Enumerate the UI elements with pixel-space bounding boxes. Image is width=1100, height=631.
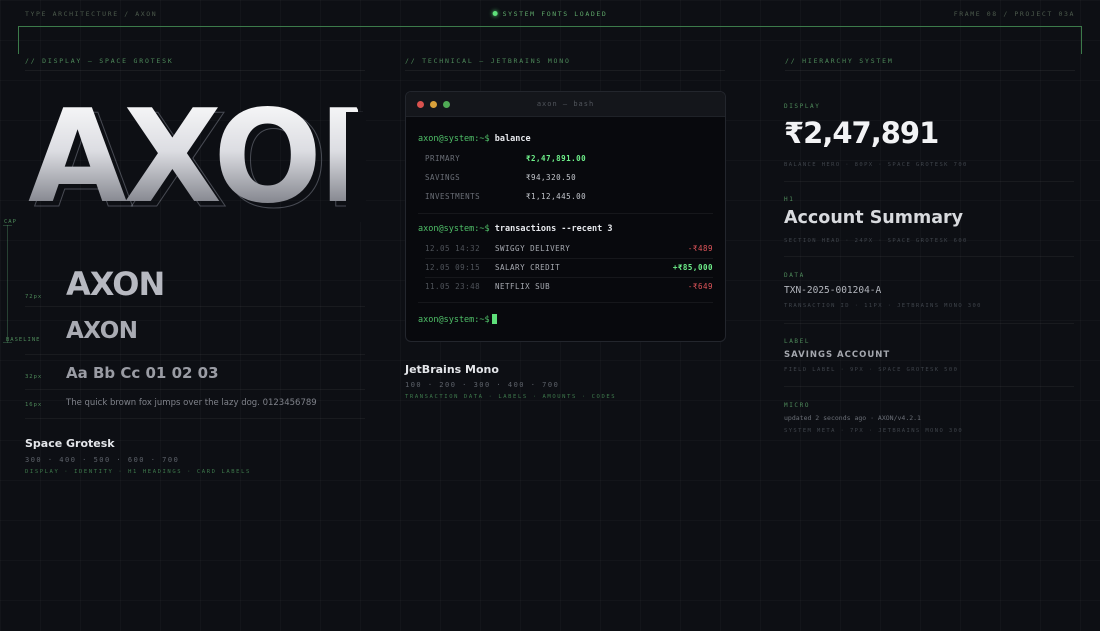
terminal-divider bbox=[418, 302, 713, 303]
txn-amount: +₹85,000 bbox=[672, 263, 713, 272]
hero-wordmark: AXON bbox=[28, 88, 358, 228]
status-dot-icon bbox=[492, 11, 498, 16]
hierarchy-section-label: // HIERARCHY SYSTEM bbox=[785, 57, 894, 65]
sample-size-32: 32px bbox=[25, 374, 43, 380]
sample-size-16: 16px bbox=[25, 402, 43, 408]
level-meta-micro: SYSTEM META · 7PX · JETBRAINS MONO 300 bbox=[784, 428, 964, 434]
level-label-data: DATA bbox=[784, 272, 805, 279]
prompt-text: axon@system:~$ bbox=[418, 224, 490, 234]
technical-family-weights: 100 · 200 · 300 · 400 · 700 bbox=[405, 381, 560, 389]
hierarchy-section-divider bbox=[785, 70, 1075, 71]
sample-size-72: 72px bbox=[25, 294, 43, 300]
ruler-tick-cap bbox=[3, 225, 12, 226]
level-divider bbox=[784, 386, 1074, 387]
balance-label: INVESTMENTS bbox=[425, 192, 481, 201]
top-bar-left: TYPE ARCHITECTURE / AXON bbox=[25, 10, 158, 18]
sample-divider bbox=[25, 354, 365, 355]
prompt-text: axon@system:~$ bbox=[418, 315, 490, 325]
level-meta-data: TRANSACTION ID · 11PX · JETBRAINS MONO 3… bbox=[784, 303, 982, 309]
status-indicator: SYSTEM FONTS LOADED bbox=[492, 10, 608, 18]
terminal-input-line[interactable]: axon@system:~$ bbox=[418, 314, 497, 325]
balance-value: ₹94,320.50 bbox=[526, 173, 577, 182]
txn-time: 12.05 14:32 bbox=[425, 244, 481, 253]
level-label-h1: H1 bbox=[784, 196, 795, 203]
display-section-divider bbox=[25, 70, 365, 71]
display-family-weights: 300 · 400 · 500 · 600 · 700 bbox=[25, 456, 180, 464]
terminal-title: axon — bash bbox=[536, 100, 595, 108]
sample-divider bbox=[25, 389, 365, 390]
level-sample-h1: Account Summary bbox=[784, 208, 964, 228]
level-sample-display: ₹2,47,891 bbox=[784, 116, 939, 150]
sample-72px: AXON bbox=[66, 265, 165, 303]
txn-desc: SWIGGY DELIVERY bbox=[495, 244, 571, 253]
terminal-title-bar[interactable]: axon — bash bbox=[406, 92, 725, 117]
level-meta-display: BALANCE HERO · 80PX · SPACE GROTESK 700 bbox=[784, 162, 968, 168]
balance-value: ₹2,47,891.00 bbox=[526, 154, 587, 163]
baseline-label: BASELINE bbox=[6, 337, 41, 343]
command-text: balance bbox=[494, 134, 531, 144]
frame-top-line bbox=[18, 26, 1082, 27]
technical-family-name: JetBrains Mono bbox=[405, 363, 499, 376]
status-text: SYSTEM FONTS LOADED bbox=[502, 10, 608, 18]
level-meta-label: FIELD LABEL · 9PX · SPACE GROTESK 500 bbox=[784, 367, 959, 373]
display-family-uses: DISPLAY · IDENTITY · H1 HEADINGS · CARD … bbox=[25, 469, 251, 475]
txn-amount: -₹649 bbox=[687, 282, 713, 291]
level-label-micro: MICRO bbox=[784, 402, 811, 409]
frame-corner-left bbox=[18, 26, 19, 54]
level-sample-data: TXN-2025-001204-A bbox=[784, 285, 882, 296]
terminal-command-line: axon@system:~$ transactions --recent 3 bbox=[418, 224, 612, 234]
level-divider bbox=[784, 256, 1074, 257]
txn-row-divider bbox=[425, 277, 713, 278]
level-sample-label: SAVINGS ACCOUNT bbox=[784, 350, 891, 360]
level-divider bbox=[784, 323, 1074, 324]
cap-label: CAP bbox=[4, 219, 17, 225]
sample-48px: AXON bbox=[66, 318, 138, 344]
technical-section-divider bbox=[405, 70, 725, 71]
txn-time: 11.05 23:48 bbox=[425, 282, 481, 291]
terminal-window[interactable]: axon — bash axon@system:~$ balance PRIMA… bbox=[405, 91, 726, 342]
level-divider bbox=[784, 181, 1074, 182]
terminal-divider bbox=[418, 213, 713, 214]
frame-corner-right bbox=[1081, 26, 1082, 54]
hero-crop-mask bbox=[346, 112, 366, 222]
balance-value: ₹1,12,445.00 bbox=[526, 192, 587, 201]
level-label-label: LABEL bbox=[784, 338, 811, 345]
command-text: transactions --recent 3 bbox=[494, 224, 613, 234]
txn-amount: -₹489 bbox=[687, 244, 713, 253]
sample-16px: The quick brown fox jumps over the lazy … bbox=[66, 398, 317, 408]
cursor-icon bbox=[491, 314, 497, 324]
txn-row-divider bbox=[425, 258, 713, 259]
txn-desc: SALARY CREDIT bbox=[495, 263, 561, 272]
txn-desc: NETFLIX SUB bbox=[495, 282, 551, 291]
sample-divider bbox=[25, 306, 365, 307]
top-bar-right: FRAME 08 / PROJECT 03A bbox=[953, 10, 1075, 18]
prompt-text: axon@system:~$ bbox=[418, 134, 490, 144]
txn-time: 12.05 09:15 bbox=[425, 263, 481, 272]
technical-section-label: // TECHNICAL — JETBRAINS MONO bbox=[405, 57, 571, 65]
balance-label: PRIMARY bbox=[425, 154, 461, 163]
vertical-ruler bbox=[7, 225, 8, 343]
terminal-command-line: axon@system:~$ balance bbox=[418, 134, 531, 144]
display-section-label: // DISPLAY — SPACE GROTESK bbox=[25, 57, 174, 65]
level-label-display: DISPLAY bbox=[784, 103, 821, 110]
sample-32px: Aa Bb Cc 01 02 03 bbox=[66, 364, 219, 382]
level-meta-h1: SECTION HEAD · 24PX · SPACE GROTESK 600 bbox=[784, 238, 968, 244]
technical-family-uses: TRANSACTION DATA · LABELS · AMOUNTS · CO… bbox=[405, 394, 617, 400]
display-family-name: Space Grotesk bbox=[25, 437, 115, 450]
balance-label: SAVINGS bbox=[425, 173, 461, 182]
top-bar: TYPE ARCHITECTURE / AXON SYSTEM FONTS LO… bbox=[25, 10, 1075, 20]
sample-divider bbox=[25, 418, 365, 419]
level-sample-micro: updated 2 seconds ago · AXON/v4.2.1 bbox=[784, 414, 921, 422]
